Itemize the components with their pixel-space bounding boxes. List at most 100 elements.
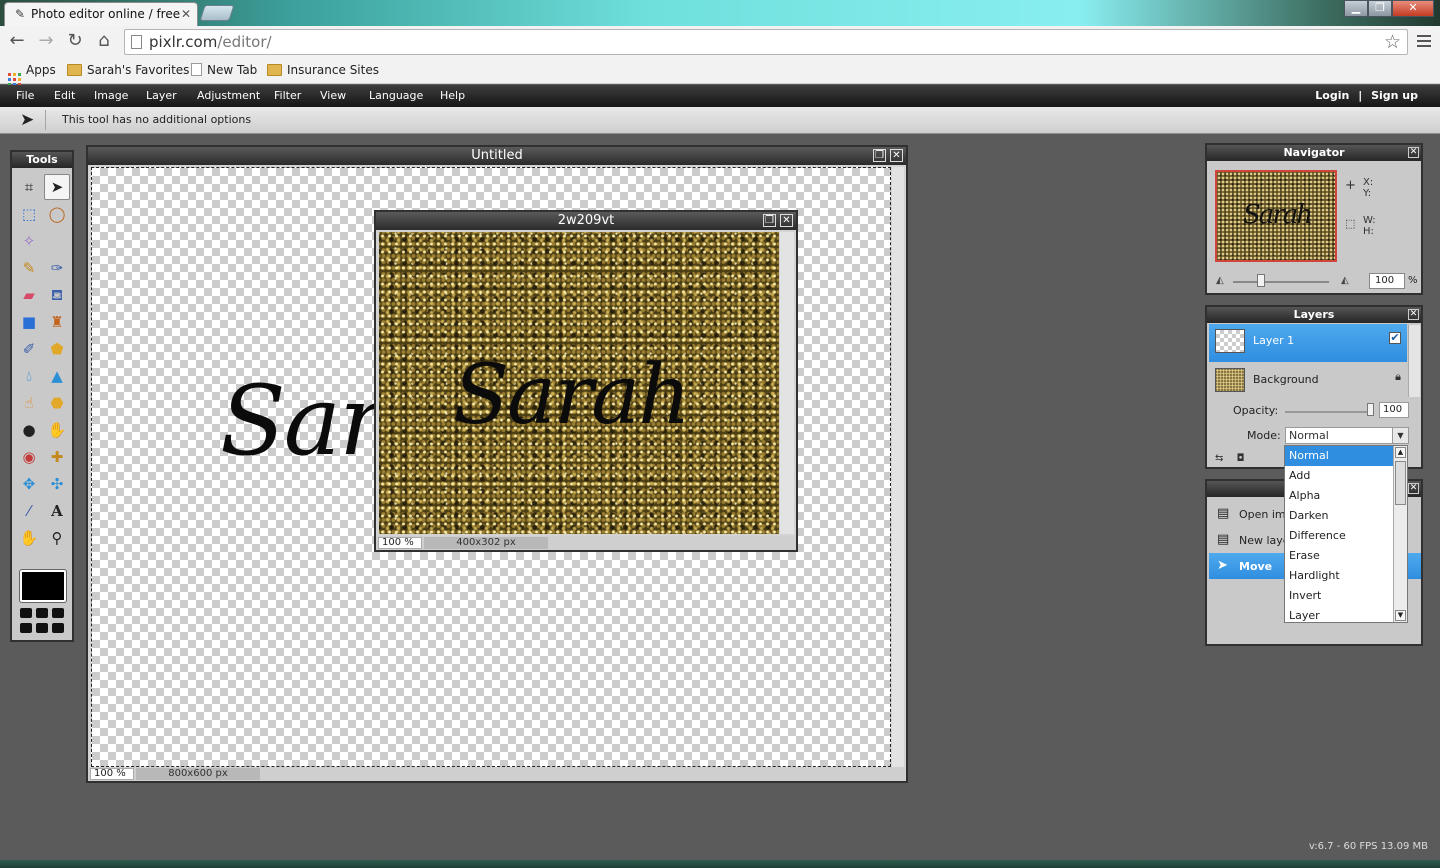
sharpen-tool-icon[interactable]: ▲ (44, 363, 70, 389)
bookmark-new-tab[interactable]: New Tab (191, 63, 257, 77)
color-picker-tool-icon[interactable]: ⁄ (16, 498, 42, 524)
mode-option-difference[interactable]: Difference (1285, 526, 1407, 546)
crop-tool-icon[interactable]: ⌗ (16, 174, 42, 200)
layers-scrollbar[interactable] (1408, 325, 1420, 397)
color-swatch[interactable] (19, 569, 67, 603)
window-title-bar[interactable]: Untitled ❐ ✕ (88, 147, 906, 165)
navigator-thumbnail[interactable]: Sarah (1215, 170, 1337, 262)
color-replace-tool-icon[interactable]: ✐ (16, 336, 42, 362)
layer-settings-icon[interactable]: ⇆ (1215, 453, 1223, 464)
close-icon[interactable]: ✕ (1408, 309, 1419, 320)
marquee-tool-icon[interactable]: ⬚ (16, 201, 42, 227)
menu-adjustment[interactable]: Adjustment (197, 89, 260, 102)
vertical-scrollbar[interactable] (892, 167, 904, 767)
browser-menu-icon[interactable] (1417, 35, 1431, 49)
dodge-tool-icon[interactable]: ● (16, 417, 42, 443)
menu-image[interactable]: Image (94, 89, 128, 102)
scroll-down-icon[interactable]: ▼ (1395, 610, 1406, 621)
gradient-tool-icon[interactable]: ■ (16, 309, 42, 335)
home-icon[interactable]: ⌂ (93, 31, 115, 53)
close-icon[interactable]: ✕ (890, 149, 903, 162)
bookmark-apps[interactable]: Apps (8, 63, 56, 86)
pinch-tool-icon[interactable]: ✣ (44, 471, 70, 497)
minimize-button[interactable]: ▁ (1344, 0, 1368, 17)
mode-option-invert[interactable]: Invert (1285, 586, 1407, 606)
spot-heal-tool-icon[interactable]: ✚ (44, 444, 70, 470)
address-bar[interactable]: pixlr.com/editor/ ☆ (124, 29, 1408, 55)
mode-option-alpha[interactable]: Alpha (1285, 486, 1407, 506)
layer-mask-icon[interactable]: ◘ (1237, 453, 1245, 464)
eraser-tool-icon[interactable]: ▰ (16, 282, 42, 308)
pencil-tool-icon[interactable]: ✎ (16, 255, 42, 281)
vertical-scrollbar[interactable] (780, 232, 794, 534)
layer-visibility-checkbox[interactable]: ✔ (1389, 332, 1401, 344)
back-arrow-icon[interactable]: ← (6, 31, 28, 53)
opacity-input[interactable]: 100 (1379, 402, 1409, 418)
zoom-value[interactable]: 100 % (378, 537, 422, 549)
hand-tool-icon[interactable]: ✋ (16, 525, 42, 551)
navigator-zoom-input[interactable]: 100 (1369, 273, 1405, 289)
magic-wand-tool-icon[interactable]: ✧ (16, 228, 42, 254)
menu-filter[interactable]: Filter (274, 89, 301, 102)
close-tab-icon[interactable]: ✕ (181, 7, 191, 21)
mode-option-erase[interactable]: Erase (1285, 546, 1407, 566)
menu-layer[interactable]: Layer (146, 89, 177, 102)
new-tab-button[interactable] (199, 5, 235, 21)
menu-file[interactable]: File (16, 89, 34, 102)
chevron-down-icon[interactable]: ▼ (1392, 428, 1408, 443)
zoom-value[interactable]: 100 % (90, 768, 134, 780)
zoom-in-icon[interactable]: ◭ (1341, 275, 1349, 286)
close-icon[interactable]: ✕ (1408, 483, 1419, 494)
mode-option-hardlight[interactable]: Hardlight (1285, 566, 1407, 586)
scrollbar-thumb[interactable] (1395, 461, 1406, 505)
mode-option-layer[interactable]: Layer (1285, 606, 1407, 622)
menu-language[interactable]: Language (369, 89, 423, 102)
close-window-button[interactable]: ✕ (1392, 0, 1434, 17)
lock-icon[interactable]: 🔒︎ (1395, 370, 1401, 384)
login-link[interactable]: Login (1315, 89, 1349, 102)
mode-option-darken[interactable]: Darken (1285, 506, 1407, 526)
mode-option-normal[interactable]: Normal (1285, 446, 1407, 466)
bookmark-sarahs-favorites[interactable]: Sarah's Favorites (67, 63, 189, 77)
forward-arrow-icon[interactable]: → (35, 31, 57, 53)
close-icon[interactable]: ✕ (1408, 147, 1419, 158)
red-eye-tool-icon[interactable]: ◉ (16, 444, 42, 470)
blend-mode-select[interactable]: Normal ▼ (1285, 427, 1409, 444)
blur-tool-icon[interactable]: 💧︎ (16, 363, 42, 389)
menu-edit[interactable]: Edit (54, 89, 75, 102)
drawing-tool-icon[interactable]: ⬟ (44, 336, 70, 362)
browser-tab-active[interactable]: ✎ Photo editor online / free ✕ (4, 2, 198, 26)
burn-tool-icon[interactable]: ✋ (44, 417, 70, 443)
dropdown-scrollbar[interactable]: ▲ ▼ (1393, 446, 1407, 622)
document-window-2w209vt[interactable]: 2w209vt ❐ ✕ Sarah 100 % 400x302 px (374, 210, 798, 552)
type-tool-icon[interactable]: A (44, 498, 70, 524)
close-icon[interactable]: ✕ (780, 214, 793, 227)
lasso-tool-icon[interactable]: ◯ (44, 201, 70, 227)
reload-icon[interactable]: ↻ (64, 31, 86, 53)
maximize-button[interactable]: ❐ (1368, 0, 1392, 17)
sponge-tool-icon[interactable]: ⬣ (44, 390, 70, 416)
signup-link[interactable]: Sign up (1371, 89, 1418, 102)
zoom-out-icon[interactable]: ◭ (1216, 275, 1224, 286)
bloat-tool-icon[interactable]: ✥ (16, 471, 42, 497)
opacity-slider-handle[interactable] (1367, 403, 1374, 416)
menu-view[interactable]: View (320, 89, 346, 102)
bookmark-star-icon[interactable]: ☆ (1384, 31, 1401, 53)
layer-row-background[interactable]: Background 🔒︎ (1209, 363, 1407, 401)
zoom-tool-icon[interactable]: ⚲ (44, 525, 70, 551)
glitter-image[interactable]: Sarah (379, 232, 779, 534)
menu-help[interactable]: Help (440, 89, 465, 102)
clone-stamp-tool-icon[interactable]: ♜ (44, 309, 70, 335)
zoom-slider-track[interactable] (1233, 281, 1329, 283)
brush-tool-icon[interactable]: ✑ (44, 255, 70, 281)
bookmark-insurance-sites[interactable]: Insurance Sites (267, 63, 379, 77)
move-tool-icon[interactable]: ➤ (44, 174, 70, 200)
smudge-tool-icon[interactable]: ☝ (16, 390, 42, 416)
layer-row-layer-1[interactable]: Layer 1 ✔ (1209, 324, 1407, 362)
window-title-bar[interactable]: 2w209vt ❐ ✕ (376, 212, 796, 230)
paint-bucket-tool-icon[interactable]: ⛾ (44, 282, 70, 308)
maximize-icon[interactable]: ❐ (873, 149, 886, 162)
maximize-icon[interactable]: ❐ (763, 214, 776, 227)
opacity-slider-track[interactable] (1285, 411, 1371, 413)
preset-swatches[interactable] (20, 608, 64, 633)
